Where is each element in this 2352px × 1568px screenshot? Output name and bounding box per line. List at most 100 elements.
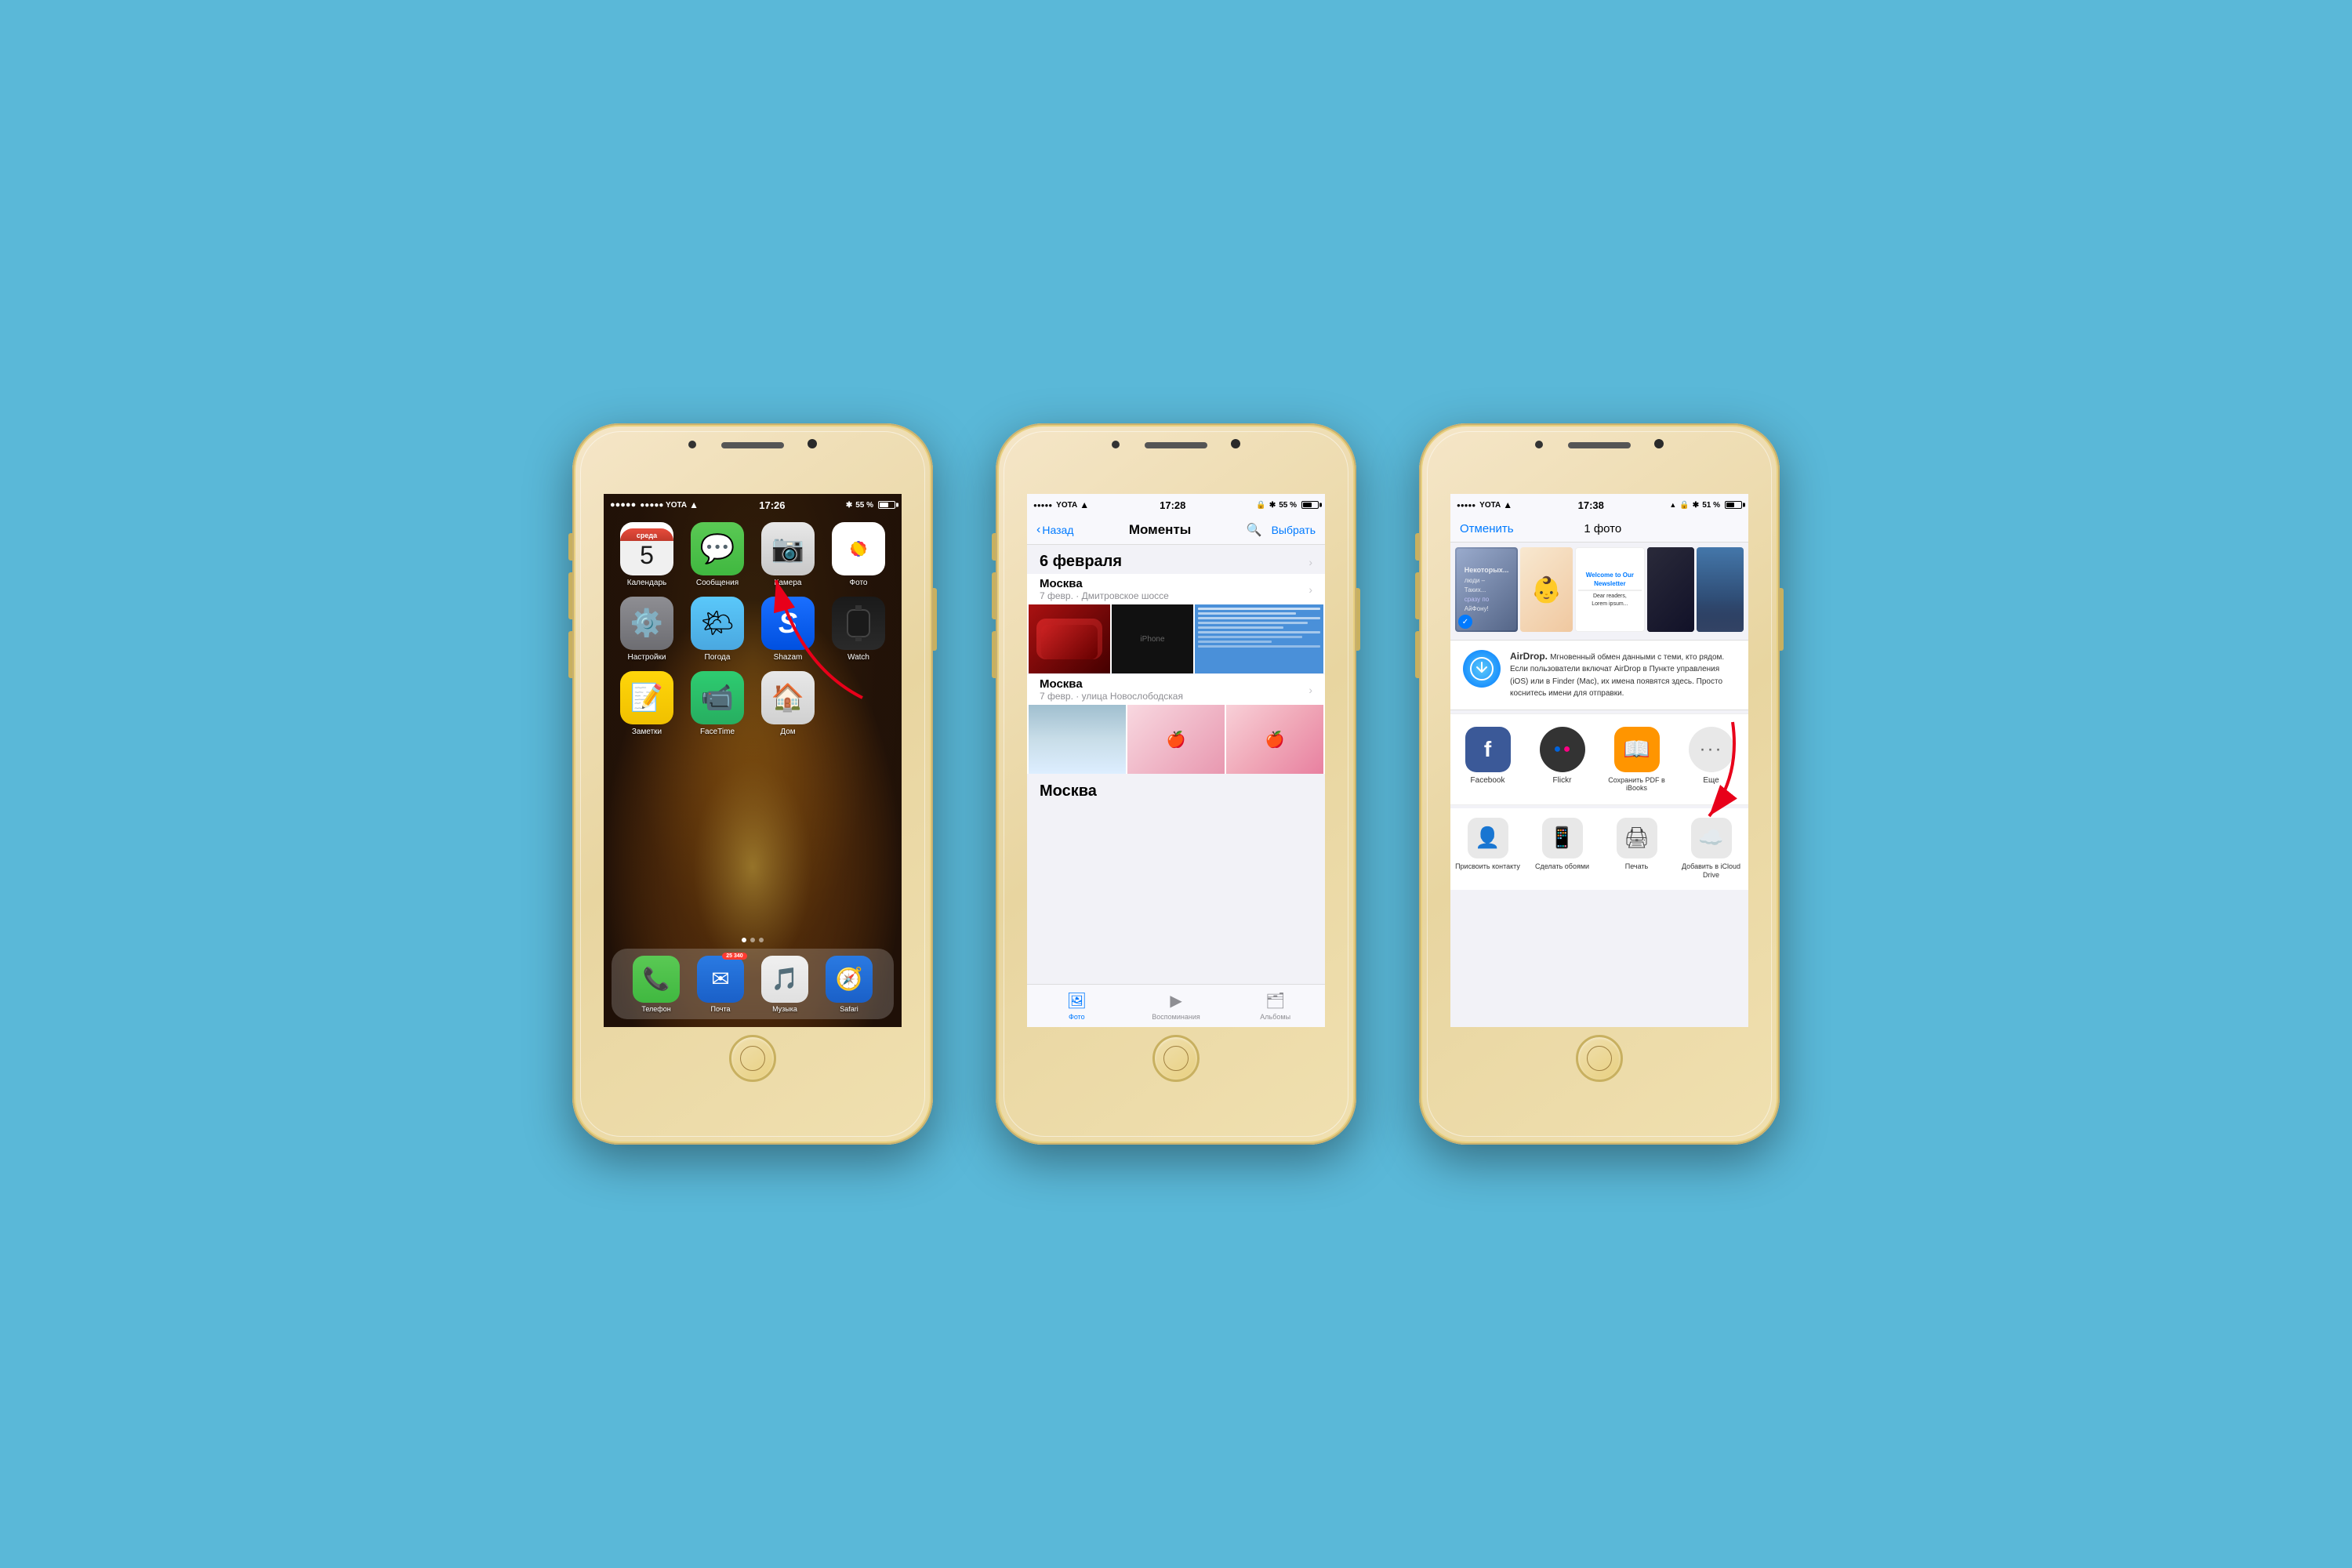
speaker-grill-2	[1145, 442, 1207, 448]
calendar-icon[interactable]: среда 5	[620, 522, 673, 575]
share-photo-5[interactable]	[1697, 547, 1744, 632]
tab-photos[interactable]: 🖼 Фото	[1027, 991, 1127, 1021]
dock-phone[interactable]: 📞 Телефон	[633, 956, 680, 1013]
status-carrier-1: ●●●●● ●●●●● YOTA ▲	[610, 499, 699, 510]
action-wallpaper[interactable]: 📱 Сделать обоями	[1525, 815, 1599, 884]
app-watch[interactable]: Watch	[828, 597, 889, 662]
tab-memories-icon: ▶	[1170, 991, 1181, 1011]
home-icon[interactable]: 🏠	[761, 671, 815, 724]
moments-date: 6 февраля	[1040, 553, 1122, 571]
status-time-3: 17:38	[1578, 499, 1604, 511]
share-app-flickr[interactable]: ● ● Flickr	[1525, 720, 1599, 798]
photo-phone-rose-1[interactable]: 🍎	[1127, 705, 1225, 774]
tab-albums[interactable]: 🗂 Альбомы	[1225, 991, 1325, 1021]
watch-icon[interactable]	[832, 597, 885, 650]
page-dot-3	[759, 938, 764, 942]
action-icloud[interactable]: ☁️ Добавить в iCloud Drive	[1674, 815, 1748, 884]
photos-label: Фото	[850, 579, 868, 587]
tab-memories[interactable]: ▶ Воспоминания	[1127, 991, 1226, 1021]
app-shazam[interactable]: S Shazam	[757, 597, 818, 662]
shazam-icon[interactable]: S	[761, 597, 815, 650]
dock-safari[interactable]: 🧭 Safari	[826, 956, 873, 1013]
action-contact[interactable]: 👤 Присвоить контакту	[1450, 815, 1525, 884]
share-app-facebook[interactable]: f Facebook	[1450, 720, 1525, 798]
home-button-2[interactable]	[1152, 1035, 1200, 1082]
facebook-label: Facebook	[1471, 776, 1505, 785]
front-cam-3	[1654, 439, 1664, 448]
watch-label: Watch	[848, 653, 869, 662]
share-app-more[interactable]: ··· Еще	[1674, 720, 1748, 798]
messages-icon[interactable]: 💬	[691, 522, 744, 575]
camera-label: Камера	[775, 579, 802, 587]
share-photo-2[interactable]: 👶	[1520, 547, 1573, 632]
share-app-ibooks[interactable]: 📖 Сохранить PDF в iBooks	[1599, 720, 1674, 798]
safari-icon[interactable]: 🧭	[826, 956, 873, 1003]
ibooks-icon[interactable]: 📖	[1614, 727, 1660, 772]
wallpaper-icon[interactable]: 📱	[1542, 818, 1583, 858]
location-name-1: Москва	[1040, 577, 1169, 590]
moments-location-info-2: Москва 7 февр. · улица Новослободская	[1040, 677, 1183, 702]
mail-icon[interactable]: ✉ 25 340	[697, 956, 744, 1003]
status-bar-1: ●●●●● ●●●●● YOTA ▲ 17:26 ✱ 55 %	[604, 494, 902, 516]
weather-icon[interactable]: 🌤	[691, 597, 744, 650]
more-icon[interactable]: ···	[1689, 727, 1734, 772]
print-icon[interactable]: 🖨	[1617, 818, 1657, 858]
iphone-1-screen: ●●●●● ●●●●● YOTA ▲ 17:26 ✱ 55 %	[604, 494, 902, 1027]
moments-location-row-2[interactable]: Москва 7 февр. · улица Новослободская ›	[1027, 674, 1325, 705]
more-label: Еще	[1703, 776, 1719, 785]
photo-text[interactable]	[1195, 604, 1323, 673]
share-photo-1[interactable]: Некоторых... люди – Таких... сразу по Ай…	[1455, 547, 1518, 632]
airdrop-text: AirDrop. Мгновенный обмен данными с теми…	[1510, 650, 1736, 700]
speaker-grill	[721, 442, 784, 448]
home-button-1[interactable]	[729, 1035, 776, 1082]
search-icon-moments[interactable]: 🔍	[1247, 522, 1262, 538]
app-settings[interactable]: ⚙️ Настройки	[616, 597, 677, 662]
app-home[interactable]: 🏠 Дом	[757, 671, 818, 736]
notes-icon[interactable]: 📝	[620, 671, 673, 724]
facetime-icon[interactable]: 📹	[691, 671, 744, 724]
home-button-3[interactable]	[1576, 1035, 1623, 1082]
photo-phone-rose-2[interactable]: 🍎	[1226, 705, 1323, 774]
app-facetime[interactable]: 📹 FaceTime	[687, 671, 748, 736]
safari-label: Safari	[840, 1005, 858, 1013]
date-chevron[interactable]: ›	[1308, 556, 1312, 568]
app-notes[interactable]: 📝 Заметки	[616, 671, 677, 736]
settings-label: Настройки	[627, 653, 666, 662]
app-calendar[interactable]: среда 5 Календарь	[616, 522, 677, 587]
app-messages[interactable]: 💬 Сообщения	[687, 522, 748, 587]
share-cancel-button[interactable]: Отменить	[1460, 522, 1514, 535]
mail-badge: 25 340	[722, 953, 747, 960]
calendar-label: Календарь	[627, 579, 666, 587]
phone-icon[interactable]: 📞	[633, 956, 680, 1003]
app-camera[interactable]: 📷 Камера	[757, 522, 818, 587]
icloud-icon[interactable]: ☁️	[1691, 818, 1732, 858]
share-photo-3[interactable]: Welcome to Our Newsletter Dear readers, …	[1575, 547, 1645, 632]
photos-icon[interactable]	[832, 522, 885, 575]
lock-icon-3: 🔒	[1679, 501, 1689, 510]
wybierz-button[interactable]: Выбрать	[1272, 524, 1316, 536]
bt-icon: ✱	[846, 501, 852, 510]
battery-pct-3: 51 %	[1702, 501, 1720, 510]
photo-snow[interactable]	[1029, 705, 1126, 774]
moments-back-button[interactable]: ‹ Назад	[1036, 523, 1073, 537]
photo-vr[interactable]	[1029, 604, 1110, 673]
flickr-icon[interactable]: ● ●	[1540, 727, 1585, 772]
moments-location-row-1[interactable]: Москва 7 февр. · Дмитровское шоссе ›	[1027, 574, 1325, 604]
camera-icon[interactable]: 📷	[761, 522, 815, 575]
photo-iphone-dark[interactable]: iPhone	[1112, 604, 1193, 673]
dock-music[interactable]: 🎵 Музыка	[761, 956, 808, 1013]
ibooks-label: Сохранить PDF в iBooks	[1602, 776, 1671, 792]
app-photos[interactable]: Фото	[828, 522, 889, 587]
app-weather[interactable]: 🌤 Погода	[687, 597, 748, 662]
mail-label: Почта	[711, 1005, 731, 1013]
action-print[interactable]: 🖨 Печать	[1599, 815, 1674, 884]
location-chevron-1[interactable]: ›	[1308, 583, 1312, 596]
tab-albums-label: Альбомы	[1260, 1013, 1290, 1021]
share-photo-4[interactable]	[1647, 547, 1694, 632]
facebook-icon[interactable]: f	[1465, 727, 1511, 772]
settings-icon[interactable]: ⚙️	[620, 597, 673, 650]
music-icon[interactable]: 🎵	[761, 956, 808, 1003]
contact-icon[interactable]: 👤	[1468, 818, 1508, 858]
location-chevron-2[interactable]: ›	[1308, 684, 1312, 696]
dock-mail[interactable]: ✉ 25 340 Почта	[697, 956, 744, 1013]
